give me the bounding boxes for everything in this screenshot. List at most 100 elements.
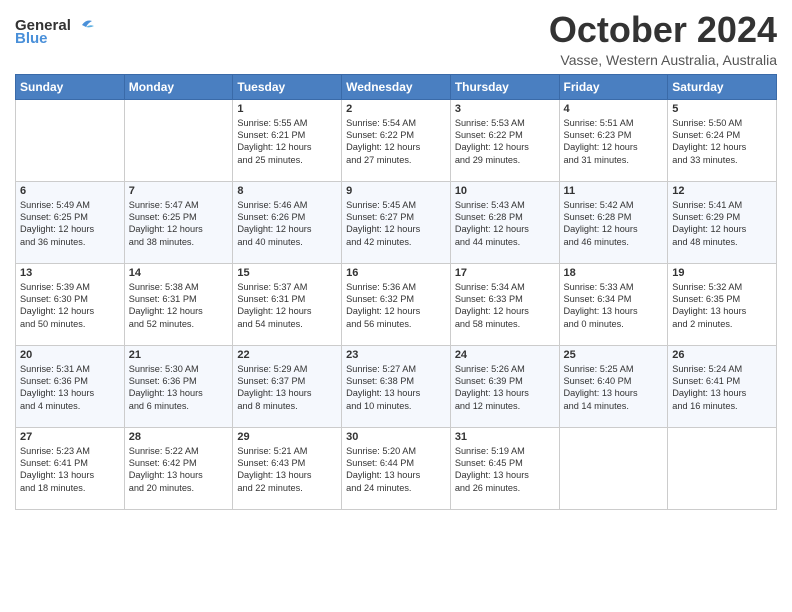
day-number: 26: [672, 349, 772, 361]
day-number: 24: [455, 349, 555, 361]
day-number: 3: [455, 103, 555, 115]
day-number: 25: [564, 349, 664, 361]
day-number: 4: [564, 103, 664, 115]
logo: General Blue General Blue: [15, 10, 95, 47]
calendar-cell: 10Sunrise: 5:43 AM Sunset: 6:28 PM Dayli…: [450, 181, 559, 263]
day-number: 21: [129, 349, 229, 361]
title-block: October 2024 Vasse, Western Australia, A…: [549, 10, 777, 68]
day-number: 11: [564, 185, 664, 197]
cell-info: Sunrise: 5:30 AM Sunset: 6:36 PM Dayligh…: [129, 363, 229, 413]
day-number: 17: [455, 267, 555, 279]
cell-info: Sunrise: 5:39 AM Sunset: 6:30 PM Dayligh…: [20, 281, 120, 331]
cell-info: Sunrise: 5:33 AM Sunset: 6:34 PM Dayligh…: [564, 281, 664, 331]
day-header-sunday: Sunday: [16, 74, 125, 99]
day-number: 12: [672, 185, 772, 197]
calendar-week-4: 20 Sunrise: 5:31 AM Sunset: 6:36 PM Dayli…: [16, 345, 777, 427]
cell-info: Sunrise: 5:37 AM Sunset: 6:31 PM Dayligh…: [237, 281, 337, 331]
calendar-cell: 21 Sunrise: 5:30 AM Sunset: 6:36 PM Dayli…: [124, 345, 233, 427]
calendar-cell: 1 Sunrise: 5:55 AM Sunset: 6:21 PM Daylig…: [233, 99, 342, 181]
cell-info: Sunrise: 5:24 AM Sunset: 6:41 PM Dayligh…: [672, 363, 772, 413]
cell-info: Sunrise: 5:49 AM Sunset: 6:25 PM Dayligh…: [20, 199, 120, 249]
cell-info: Sunrise: 5:23 AM Sunset: 6:41 PM Dayligh…: [20, 445, 120, 495]
day-number: 6: [20, 185, 120, 197]
day-number: 8: [237, 185, 337, 197]
day-number: 16: [346, 267, 446, 279]
day-number: 1: [237, 103, 337, 115]
subtitle: Vasse, Western Australia, Australia: [549, 52, 777, 68]
day-number: 19: [672, 267, 772, 279]
calendar-cell: 2 Sunrise: 5:54 AM Sunset: 6:22 PM Daylig…: [342, 99, 451, 181]
day-number: 31: [455, 431, 555, 443]
day-header-wednesday: Wednesday: [342, 74, 451, 99]
day-number: 5: [672, 103, 772, 115]
calendar-cell: 26 Sunrise: 5:24 AM Sunset: 6:41 PM Dayli…: [668, 345, 777, 427]
cell-info: Sunrise: 5:34 AM Sunset: 6:33 PM Dayligh…: [455, 281, 555, 331]
cell-info: Sunrise: 5:25 AM Sunset: 6:40 PM Dayligh…: [564, 363, 664, 413]
calendar-cell: 30 Sunrise: 5:20 AM Sunset: 6:44 PM Dayli…: [342, 427, 451, 509]
calendar-cell: 6 Sunrise: 5:49 AM Sunset: 6:25 PM Daylig…: [16, 181, 125, 263]
calendar-week-3: 13 Sunrise: 5:39 AM Sunset: 6:30 PM Dayli…: [16, 263, 777, 345]
calendar-cell: 13 Sunrise: 5:39 AM Sunset: 6:30 PM Dayli…: [16, 263, 125, 345]
month-title: October 2024: [549, 10, 777, 50]
calendar-cell: 24Sunrise: 5:26 AM Sunset: 6:39 PM Dayli…: [450, 345, 559, 427]
cell-info: Sunrise: 5:55 AM Sunset: 6:21 PM Dayligh…: [237, 117, 337, 167]
cell-info: Sunrise: 5:36 AM Sunset: 6:32 PM Dayligh…: [346, 281, 446, 331]
day-number: 23: [346, 349, 446, 361]
day-number: 29: [237, 431, 337, 443]
day-header-thursday: Thursday: [450, 74, 559, 99]
calendar-week-2: 6 Sunrise: 5:49 AM Sunset: 6:25 PM Daylig…: [16, 181, 777, 263]
cell-info: Sunrise: 5:53 AM Sunset: 6:22 PM Dayligh…: [455, 117, 555, 167]
calendar-cell: 28Sunrise: 5:22 AM Sunset: 6:42 PM Dayli…: [124, 427, 233, 509]
calendar-cell: 3 Sunrise: 5:53 AM Sunset: 6:22 PM Daylig…: [450, 99, 559, 181]
cell-info: Sunrise: 5:27 AM Sunset: 6:38 PM Dayligh…: [346, 363, 446, 413]
cell-info: Sunrise: 5:20 AM Sunset: 6:44 PM Dayligh…: [346, 445, 446, 495]
day-header-monday: Monday: [124, 74, 233, 99]
day-number: 22: [237, 349, 337, 361]
day-number: 13: [20, 267, 120, 279]
logo-blue: Blue: [15, 30, 48, 47]
bird-icon: [72, 18, 94, 32]
cell-info: Sunrise: 5:45 AM Sunset: 6:27 PM Dayligh…: [346, 199, 446, 249]
day-number: 18: [564, 267, 664, 279]
cell-info: Sunrise: 5:43 AM Sunset: 6:28 PM Dayligh…: [455, 199, 555, 249]
calendar-table: SundayMondayTuesdayWednesdayThursdayFrid…: [15, 74, 777, 510]
calendar-cell: 25 Sunrise: 5:25 AM Sunset: 6:40 PM Dayli…: [559, 345, 668, 427]
cell-info: Sunrise: 5:46 AM Sunset: 6:26 PM Dayligh…: [237, 199, 337, 249]
calendar-cell: 16 Sunrise: 5:36 AM Sunset: 6:32 PM Dayli…: [342, 263, 451, 345]
cell-info: Sunrise: 5:54 AM Sunset: 6:22 PM Dayligh…: [346, 117, 446, 167]
calendar-cell: 8 Sunrise: 5:46 AM Sunset: 6:26 PM Daylig…: [233, 181, 342, 263]
cell-info: Sunrise: 5:41 AM Sunset: 6:29 PM Dayligh…: [672, 199, 772, 249]
day-header-tuesday: Tuesday: [233, 74, 342, 99]
day-number: 28: [129, 431, 229, 443]
cell-info: Sunrise: 5:51 AM Sunset: 6:23 PM Dayligh…: [564, 117, 664, 167]
day-number: 27: [20, 431, 120, 443]
calendar-cell: 5 Sunrise: 5:50 AM Sunset: 6:24 PM Daylig…: [668, 99, 777, 181]
calendar-cell: 23 Sunrise: 5:27 AM Sunset: 6:38 PM Dayli…: [342, 345, 451, 427]
cell-info: Sunrise: 5:47 AM Sunset: 6:25 PM Dayligh…: [129, 199, 229, 249]
cell-info: Sunrise: 5:42 AM Sunset: 6:28 PM Dayligh…: [564, 199, 664, 249]
calendar-cell: 14Sunrise: 5:38 AM Sunset: 6:31 PM Dayli…: [124, 263, 233, 345]
day-header-saturday: Saturday: [668, 74, 777, 99]
cell-info: Sunrise: 5:32 AM Sunset: 6:35 PM Dayligh…: [672, 281, 772, 331]
day-number: 20: [20, 349, 120, 361]
calendar-cell: 19 Sunrise: 5:32 AM Sunset: 6:35 PM Dayli…: [668, 263, 777, 345]
day-number: 7: [129, 185, 229, 197]
cell-info: Sunrise: 5:50 AM Sunset: 6:24 PM Dayligh…: [672, 117, 772, 167]
day-number: 9: [346, 185, 446, 197]
cell-info: Sunrise: 5:29 AM Sunset: 6:37 PM Dayligh…: [237, 363, 337, 413]
calendar-cell: [16, 99, 125, 181]
calendar-cell: 27 Sunrise: 5:23 AM Sunset: 6:41 PM Dayli…: [16, 427, 125, 509]
day-number: 2: [346, 103, 446, 115]
cell-info: Sunrise: 5:21 AM Sunset: 6:43 PM Dayligh…: [237, 445, 337, 495]
header: General Blue General Blue October 2024 V…: [15, 10, 777, 68]
calendar-cell: [124, 99, 233, 181]
calendar-cell: 9 Sunrise: 5:45 AM Sunset: 6:27 PM Daylig…: [342, 181, 451, 263]
cell-info: Sunrise: 5:31 AM Sunset: 6:36 PM Dayligh…: [20, 363, 120, 413]
calendar-week-1: 1 Sunrise: 5:55 AM Sunset: 6:21 PM Daylig…: [16, 99, 777, 181]
page: General Blue General Blue October 2024 V…: [0, 0, 792, 612]
calendar-cell: 7 Sunrise: 5:47 AM Sunset: 6:25 PM Daylig…: [124, 181, 233, 263]
day-number: 30: [346, 431, 446, 443]
day-number: 14: [129, 267, 229, 279]
calendar-cell: 15Sunrise: 5:37 AM Sunset: 6:31 PM Dayli…: [233, 263, 342, 345]
calendar-cell: 20 Sunrise: 5:31 AM Sunset: 6:36 PM Dayli…: [16, 345, 125, 427]
